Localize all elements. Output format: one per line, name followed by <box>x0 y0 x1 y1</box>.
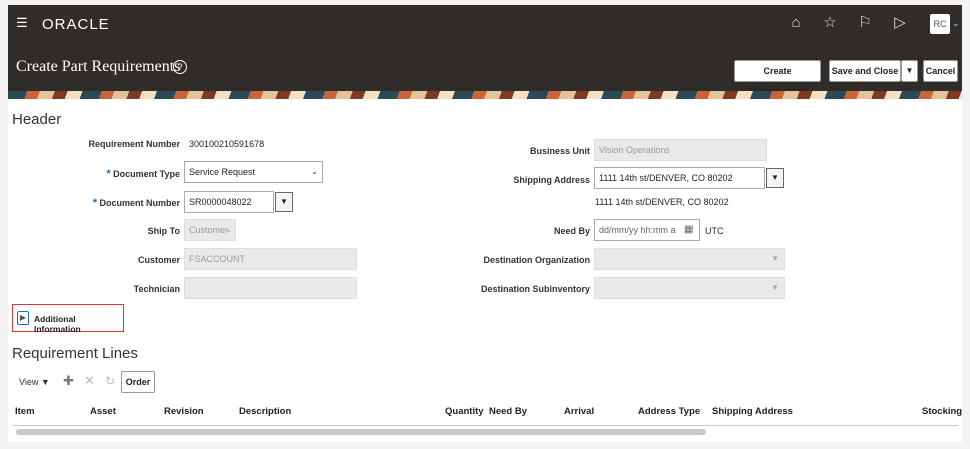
business-unit-label: Business Unit <box>529 146 590 156</box>
ship-to-label: Ship To <box>147 226 180 236</box>
required-mark: * <box>92 197 97 209</box>
technician-field <box>184 277 357 299</box>
document-type-label: * Document Type <box>106 168 180 180</box>
column-header-quantity[interactable]: Quantity <box>445 406 484 417</box>
column-header-address-type[interactable]: Address Type <box>638 406 700 417</box>
column-header-item[interactable]: Item <box>15 406 35 417</box>
shipping-address-label: Shipping Address <box>513 175 590 185</box>
requirement-number-label: Requirement Number <box>88 139 180 149</box>
shipping-address-lookup[interactable]: ▼ <box>766 168 784 188</box>
chevron-down-icon[interactable]: ⌄ <box>952 18 960 29</box>
cancel-button[interactable]: Cancel <box>923 60 958 82</box>
delete-icon[interactable]: ✕ <box>84 373 95 389</box>
scrollbar-thumb[interactable] <box>16 429 706 435</box>
add-icon[interactable]: ✚ <box>63 373 74 389</box>
destination-subinventory-label: Destination Subinventory <box>480 284 590 294</box>
column-header-description[interactable]: Description <box>239 406 291 417</box>
ship-to-select[interactable]: Customer ⌄ <box>184 219 236 241</box>
shipping-address-input[interactable]: 1111 14th st/DENVER, CO 80202 <box>594 167 765 189</box>
create-requirement-button[interactable]: Create Requirement <box>734 60 821 96</box>
chevron-down-icon: ▼ <box>771 254 779 263</box>
refresh-icon[interactable]: ↻ <box>105 374 115 388</box>
column-header-arrival[interactable]: Arrival <box>564 406 594 417</box>
additional-information-label: Additional Information <box>34 314 81 334</box>
save-and-close-button[interactable]: Save and Close <box>829 60 901 82</box>
customer-field: FSACCOUNT <box>184 248 357 270</box>
send-icon[interactable]: ▷ <box>891 14 909 32</box>
document-type-select[interactable]: Service Request ⌄ <box>184 161 323 183</box>
hamburger-icon[interactable]: ☰ <box>16 16 30 30</box>
column-header-need-by[interactable]: Need By <box>489 406 527 417</box>
column-header-stocking-location[interactable]: Stocking L <box>922 406 962 417</box>
need-by-timezone: UTC <box>705 226 724 236</box>
customer-label: Customer <box>137 255 180 265</box>
document-number-lookup[interactable]: ▼ <box>275 192 293 212</box>
requirement-lines-title: Requirement Lines <box>12 345 138 362</box>
help-icon[interactable]: ? <box>173 60 187 74</box>
technician-label: Technician <box>133 284 180 294</box>
app-frame: ☰ ORACLE ⌂ ☆ ⚐ ▷ RC ⌄ Create Part Requir… <box>8 5 962 442</box>
chevron-down-icon: ⌄ <box>311 167 318 176</box>
required-mark: * <box>106 168 111 180</box>
oracle-logo[interactable]: ORACLE <box>42 16 110 33</box>
flag-icon[interactable]: ⚐ <box>856 14 874 32</box>
column-header-revision[interactable]: Revision <box>164 406 204 417</box>
destination-organization-select: ▼ <box>594 248 785 270</box>
decorative-banner <box>8 91 962 99</box>
shipping-address-text: 1111 14th st/DENVER, CO 80202 <box>595 197 729 207</box>
order-button[interactable]: Order <box>121 371 155 393</box>
business-unit-field: Vision Operations <box>594 139 767 161</box>
column-header-asset[interactable]: Asset <box>90 406 116 417</box>
view-menu[interactable]: View ▼ <box>19 377 50 387</box>
additional-information-toggle[interactable]: ▶ Additional Information <box>12 304 124 334</box>
chevron-down-icon: ▼ <box>771 283 779 292</box>
destination-subinventory-select: ▼ <box>594 277 785 299</box>
chevron-down-icon: ⌄ <box>225 225 232 234</box>
save-menu-button[interactable]: ▼ <box>901 60 918 82</box>
calendar-icon[interactable]: ▦ <box>684 224 693 235</box>
document-number-label: * Document Number <box>92 197 180 209</box>
global-header: ☰ ORACLE ⌂ ☆ ⚐ ▷ RC ⌄ <box>8 5 962 43</box>
home-icon[interactable]: ⌂ <box>787 14 805 32</box>
header-section-title: Header <box>12 111 62 128</box>
avatar[interactable]: RC <box>930 14 950 34</box>
need-by-label: Need By <box>553 226 590 236</box>
page-title: Create Part Requirements <box>16 58 181 75</box>
requirement-number-value: 300100210591678 <box>189 139 265 149</box>
document-number-input[interactable]: SR0000048022 <box>184 191 274 213</box>
horizontal-scrollbar[interactable] <box>12 425 958 437</box>
destination-organization-label: Destination Organization <box>483 255 590 265</box>
star-icon[interactable]: ☆ <box>821 14 839 32</box>
disclosure-triangle-icon: ▶ <box>17 311 29 325</box>
column-header-shipping-address[interactable]: Shipping Address <box>712 406 793 417</box>
